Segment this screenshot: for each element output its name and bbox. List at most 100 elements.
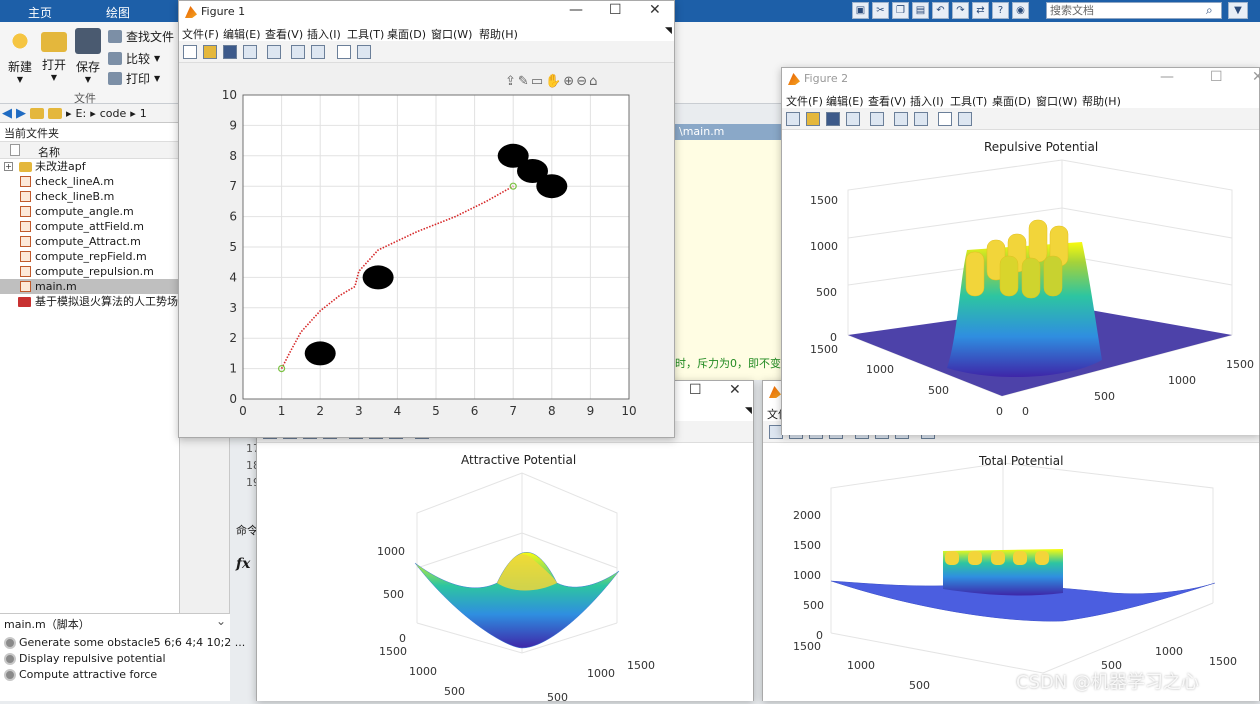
figure-menu-item[interactable]: 查看(V) <box>868 93 906 109</box>
ztick: 1000 <box>377 545 405 558</box>
close-icon[interactable]: ✕ <box>649 2 661 18</box>
figure-menu-item[interactable]: 文件(F) <box>182 26 219 42</box>
detail-row[interactable]: Compute attractive force <box>4 668 157 681</box>
tab-plots[interactable]: 绘图 <box>106 4 130 21</box>
print-figure-icon[interactable] <box>846 112 860 126</box>
copy-icon[interactable]: ❐ <box>892 2 909 19</box>
file-list-item[interactable]: 基于模拟退火算法的人工势场 <box>0 294 180 309</box>
minimize-icon[interactable]: — <box>569 2 583 18</box>
plot-browser-icon[interactable] <box>958 112 972 126</box>
figure-menu-item[interactable]: 帮助(H) <box>1082 93 1121 109</box>
chevron-down-icon[interactable]: ⌄ <box>216 614 226 628</box>
maximize-icon[interactable]: ☐ <box>689 382 702 398</box>
file-list-item[interactable]: compute_repulsion.m <box>0 264 180 279</box>
save-icon[interactable]: ▣ <box>852 2 869 19</box>
browse-folder-icon[interactable] <box>48 107 62 119</box>
minimize-icon[interactable]: — <box>1160 69 1174 85</box>
new-figure-icon[interactable] <box>786 112 800 126</box>
file-type-icon <box>10 144 20 156</box>
address-sub[interactable]: 1 <box>140 107 147 120</box>
maximize-icon[interactable]: ☐ <box>609 2 622 18</box>
file-list-item[interactable]: + 未改进apf <box>0 159 180 174</box>
file-list-item[interactable]: check_lineA.m <box>0 174 180 189</box>
detail-row[interactable]: Display repulsive potential <box>4 652 166 665</box>
new-button[interactable]: 新建 ▼ <box>6 28 34 84</box>
file-list-item[interactable]: compute_attField.m <box>0 219 180 234</box>
find-files-button[interactable]: 查找文件 <box>108 28 174 45</box>
redo-icon[interactable]: ↷ <box>952 2 969 19</box>
file-list-item[interactable]: compute_repField.m <box>0 249 180 264</box>
figure-menu-item[interactable]: 桌面(D) <box>992 93 1031 109</box>
print-figure-icon[interactable] <box>243 45 257 59</box>
file-list-item[interactable]: main.m <box>0 279 180 294</box>
figure-menu-item[interactable]: 帮助(H) <box>479 26 518 42</box>
print-button[interactable]: 打印 ▼ <box>108 70 160 87</box>
close-icon[interactable]: ✕ <box>729 382 741 398</box>
figure-menu-item[interactable]: 桌面(D) <box>387 26 426 42</box>
cut-icon[interactable]: ✂ <box>872 2 889 19</box>
forward-arrow-icon[interactable]: ▶ <box>16 106 26 121</box>
pointer-icon[interactable] <box>938 112 952 126</box>
file-list-item[interactable]: compute_angle.m <box>0 204 180 219</box>
tab-home[interactable]: 主页 <box>28 4 52 21</box>
paste-icon[interactable]: ▤ <box>912 2 929 19</box>
file-list-item[interactable]: check_lineB.m <box>0 189 180 204</box>
compare-button[interactable]: 比较 ▼ <box>108 50 160 67</box>
figure-menu-item[interactable]: 编辑(E) <box>826 93 864 109</box>
editor-tab-main[interactable]: \main.m <box>675 124 785 140</box>
plot-browser-icon[interactable] <box>357 45 371 59</box>
file-list-item[interactable]: compute_Attract.m <box>0 234 180 249</box>
undo-icon[interactable]: ↶ <box>932 2 949 19</box>
new-figure-icon[interactable] <box>183 45 197 59</box>
x-tick-label: 9 <box>587 404 595 418</box>
search-icon[interactable]: ⌕ <box>1206 3 1213 18</box>
detail-row[interactable]: Generate some obstacle5 6;6 4;4 10;2 ... <box>4 636 245 649</box>
link-icon[interactable] <box>870 112 884 126</box>
xticks: 500 1000 1500 <box>547 659 655 704</box>
maximize-icon[interactable]: ☐ <box>1210 69 1223 85</box>
expand-icon[interactable]: + <box>4 162 13 171</box>
legend-icon[interactable] <box>914 112 928 126</box>
colorbar-icon[interactable] <box>894 112 908 126</box>
figure-menu-item[interactable]: 插入(I) <box>307 26 341 42</box>
menu-overflow-icon[interactable]: ◥ <box>665 26 672 36</box>
open-button[interactable]: 打开 ▼ <box>40 28 68 82</box>
figure-menu-item[interactable]: 编辑(E) <box>223 26 261 42</box>
link-icon[interactable] <box>267 45 281 59</box>
colorbar-icon[interactable] <box>291 45 305 59</box>
save-figure-icon[interactable] <box>223 45 237 59</box>
figure-menu-item[interactable]: 文件(F) <box>786 93 823 109</box>
switch-window-icon[interactable]: ⇄ <box>972 2 989 19</box>
zticks: 1500 1000 500 0 <box>810 194 838 344</box>
address-folder[interactable]: code <box>100 107 127 120</box>
address-drive[interactable]: E: <box>76 107 87 120</box>
pointer-icon[interactable] <box>337 45 351 59</box>
up-folder-icon[interactable] <box>30 107 44 119</box>
legend-icon[interactable] <box>311 45 325 59</box>
folder-open-icon <box>41 32 67 52</box>
ytick: 500 <box>928 384 949 397</box>
figure-menu-item[interactable]: 工具(T) <box>950 93 987 109</box>
save-button[interactable]: 保存 ▼ <box>74 28 102 84</box>
close-icon[interactable]: ✕ <box>1252 69 1260 85</box>
open-file-icon[interactable] <box>806 112 820 126</box>
x-tick-label: 0 <box>239 404 247 418</box>
back-arrow-icon[interactable]: ◀ <box>2 106 12 121</box>
y-tick-label: 8 <box>229 149 237 163</box>
save-figure-icon[interactable] <box>826 112 840 126</box>
filter-icon[interactable]: ▼ <box>1228 2 1248 19</box>
figure-menu-item[interactable]: 插入(I) <box>910 93 944 109</box>
figure-menu-item[interactable]: 查看(V) <box>265 26 303 42</box>
figure-menu-item[interactable]: 工具(T) <box>347 26 384 42</box>
menu-overflow-icon[interactable]: ◥ <box>745 406 752 416</box>
column-name[interactable]: 名称 <box>38 144 60 160</box>
figure-menu-item[interactable]: 窗口(W) <box>431 26 472 42</box>
x-tick-label: 5 <box>432 404 440 418</box>
search-docs-input[interactable]: 搜索文档 <box>1046 2 1222 19</box>
xtick: 1500 <box>627 659 655 672</box>
pin-icon[interactable]: ◉ <box>1012 2 1029 19</box>
help-icon[interactable]: ? <box>992 2 1009 19</box>
open-file-icon[interactable] <box>203 45 217 59</box>
figure-menu-item[interactable]: 窗口(W) <box>1036 93 1077 109</box>
details-title: main.m（脚本） <box>4 618 90 631</box>
